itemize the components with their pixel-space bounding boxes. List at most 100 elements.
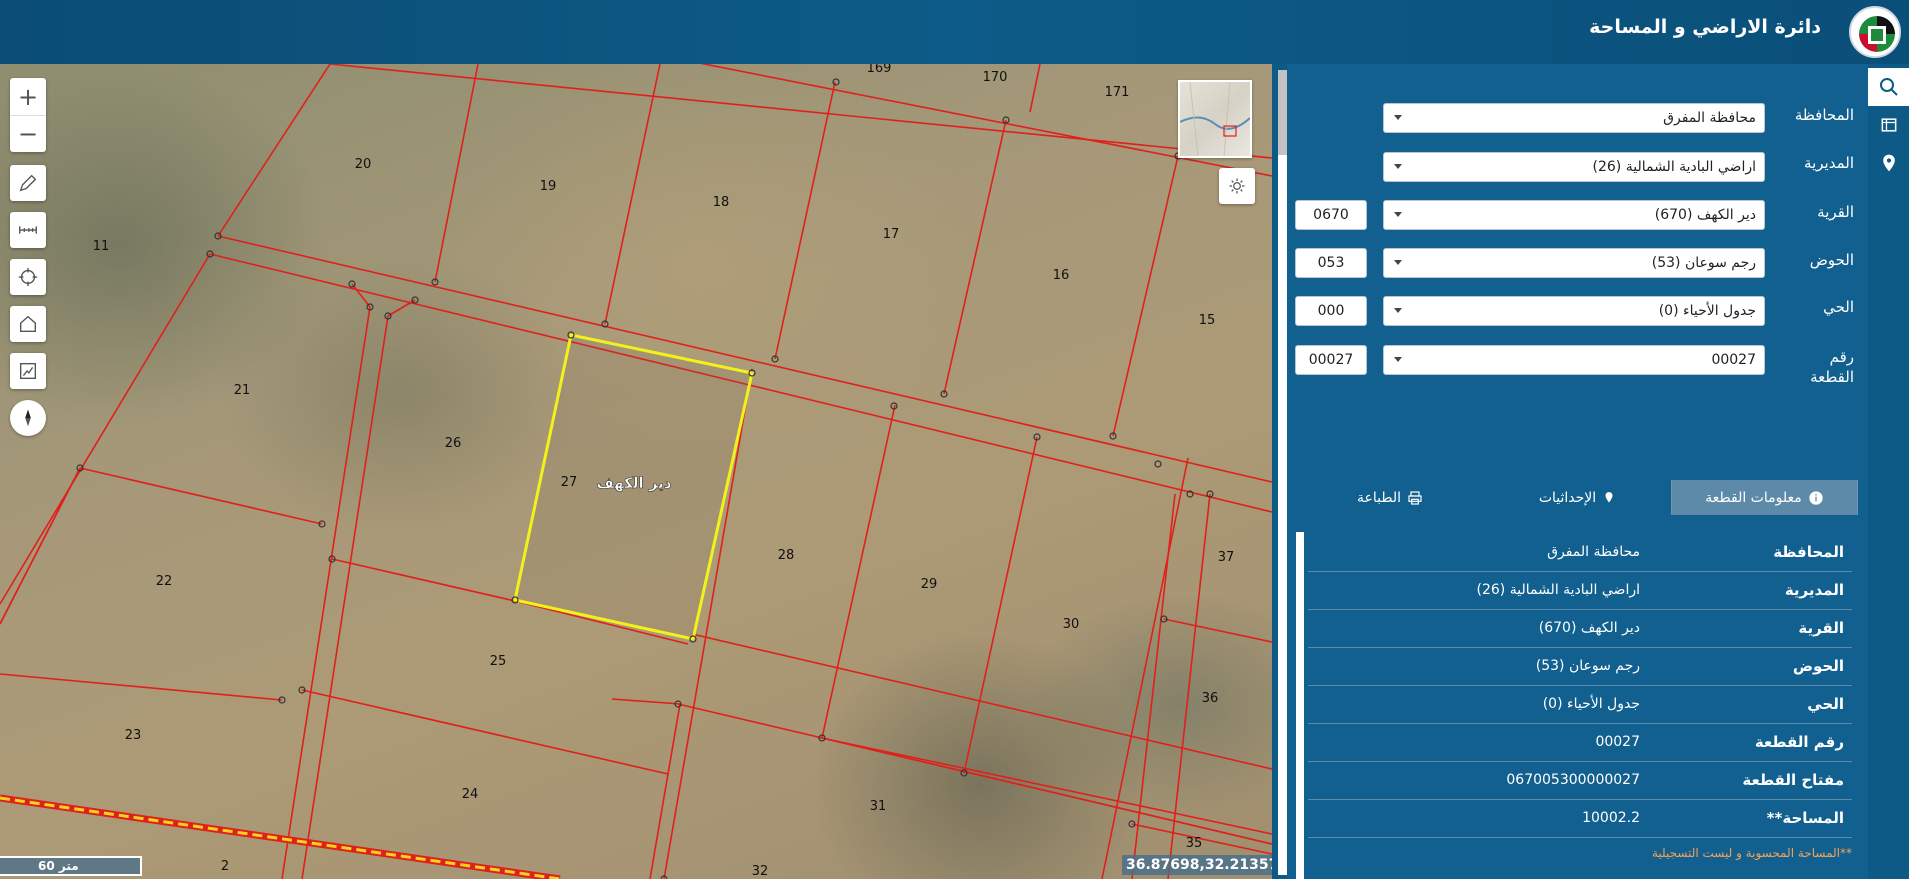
tab-print[interactable]: الطباعة — [1296, 480, 1484, 515]
info-value: 067005300000027 — [1506, 772, 1640, 788]
search-icon — [1879, 78, 1898, 96]
parcel-layer[interactable]: 1691701712019181716151121262728293037222… — [0, 64, 1272, 879]
district-code-input[interactable]: 000 — [1295, 296, 1367, 326]
measure-button[interactable] — [10, 212, 46, 248]
parcel-label: رقم القطعة — [1810, 348, 1854, 386]
location-tool-button[interactable] — [1868, 144, 1909, 182]
search-tool-button[interactable] — [1868, 68, 1909, 106]
basemap-toggle-button[interactable] — [1219, 168, 1255, 204]
zoom-out-button[interactable]: − — [10, 115, 46, 152]
parcel-number-label: 19 — [540, 179, 557, 194]
info-scrollbar[interactable] — [1296, 532, 1304, 879]
directorate-select[interactable]: اراضي البادية الشمالية (26) — [1383, 152, 1765, 182]
village-select[interactable]: دير الكهف (670) — [1383, 200, 1765, 230]
locate-button[interactable] — [10, 259, 46, 295]
chevron-down-icon — [1394, 260, 1402, 265]
governorate-value: محافظة المفرق — [1663, 110, 1756, 126]
info-row-directorate: المديرية اراضي البادية الشمالية (26) — [1308, 572, 1852, 610]
parcel-number-label: 24 — [462, 787, 479, 802]
directorate-value: اراضي البادية الشمالية (26) — [1592, 159, 1757, 175]
village-label-field: القرية — [1817, 203, 1854, 221]
parcel-code-input[interactable]: 00027 — [1295, 345, 1367, 375]
chevron-down-icon — [1394, 212, 1402, 217]
district-select[interactable]: جدول الأحياء (0) — [1383, 296, 1765, 326]
parcel-number-label: 31 — [870, 799, 887, 814]
compass-icon — [25, 409, 31, 427]
overview-map[interactable] — [1178, 80, 1252, 158]
info-value: 00027 — [1595, 734, 1640, 750]
scale-bar: 60 متر — [0, 856, 142, 876]
crosshair-icon — [18, 267, 38, 287]
map-book-icon — [1881, 118, 1896, 132]
parcel-number-label: 36 — [1202, 691, 1219, 706]
governorate-select[interactable]: محافظة المفرق — [1383, 103, 1765, 133]
parcel-number-label: 23 — [125, 728, 142, 743]
chart-edit-icon — [19, 362, 37, 380]
home-icon — [19, 315, 37, 333]
jordan-dls-logo-icon — [1849, 6, 1901, 58]
info-value: محافظة المفرق — [1547, 544, 1640, 560]
pencil-icon — [19, 174, 37, 192]
home-button[interactable] — [10, 306, 46, 342]
chevron-down-icon — [1394, 308, 1402, 313]
tab-coordinates-label: الإحداثيات — [1538, 489, 1597, 506]
parcel-number-label: 15 — [1199, 313, 1216, 328]
parcel-number-label: 22 — [156, 574, 173, 589]
parcel-number-label: 25 — [490, 654, 507, 669]
directorate-label: المديرية — [1804, 154, 1854, 172]
info-key: القرية — [1798, 619, 1844, 637]
info-value: 10002.2 — [1582, 810, 1640, 826]
chevron-down-icon — [1394, 164, 1402, 169]
draw-button[interactable] — [10, 165, 46, 201]
parcel-vertex — [1154, 460, 1162, 468]
printer-icon — [1408, 490, 1422, 505]
tab-parcel-info-label: معلومات القطعة — [1705, 489, 1802, 506]
parcel-number-label: 169 — [867, 64, 892, 76]
info-key: رقم القطعة — [1754, 733, 1844, 751]
tab-coordinates[interactable]: الإحداثيات — [1484, 480, 1672, 515]
info-value: رجم سوعان (53) — [1535, 658, 1640, 674]
map-scrollbar-thumb[interactable] — [1278, 70, 1287, 155]
extent-button[interactable] — [10, 353, 46, 389]
chevron-down-icon — [1394, 357, 1402, 362]
basin-select[interactable]: رجم سوعان (53) — [1383, 248, 1765, 278]
sun-icon — [1229, 178, 1245, 194]
parcel-number-label: 2 — [221, 859, 229, 874]
village-code-input[interactable]: 0670 — [1295, 200, 1367, 230]
app-title: دائرة الاراضي و المساحة — [1589, 16, 1821, 38]
info-row-basin: الحوض رجم سوعان (53) — [1308, 648, 1852, 686]
zoom-in-button[interactable]: + — [10, 78, 46, 115]
governorate-label: المحافظة — [1794, 106, 1854, 124]
info-row-parcel-key: مفتاح القطعة 067005300000027 — [1308, 762, 1852, 800]
district-label: الحي — [1823, 298, 1854, 316]
tab-print-label: الطباعة — [1357, 489, 1401, 506]
area-note: **المساحة المحسوبة و ليست التسجيلية — [1651, 846, 1852, 860]
compass-button[interactable] — [10, 400, 46, 436]
basin-value: رجم سوعان (53) — [1651, 255, 1756, 271]
parcel-number-label: 171 — [1105, 85, 1130, 100]
parcel-select[interactable]: 00027 — [1383, 345, 1765, 375]
parcel-vertex — [832, 78, 840, 86]
parcel-number-label: 16 — [1053, 268, 1070, 283]
parcel-number-label: 26 — [445, 436, 462, 451]
parcel-number-label: 28 — [778, 548, 795, 563]
parcel-number-label: 35 — [1186, 836, 1203, 851]
parcel-number-label: 27 — [561, 475, 578, 490]
info-key: المساحة** — [1766, 809, 1844, 827]
info-value: جدول الأحياء (0) — [1542, 696, 1640, 712]
village-value: دير الكهف (670) — [1654, 207, 1756, 223]
map-scrollbar[interactable] — [1278, 70, 1287, 875]
parcel-value: 00027 — [1711, 352, 1756, 368]
map-view[interactable]: 169 170 171 20 19 18 17 16 15 11 21 26 27 28 29 30 37 22 2… — [0, 64, 1272, 879]
parcel-number-label: 20 — [355, 157, 372, 172]
parcel-number-label: 170 — [983, 70, 1008, 85]
parcel-number-label: 37 — [1218, 550, 1235, 565]
map-book-tool-button[interactable] — [1868, 106, 1909, 144]
info-key: الحوض — [1792, 657, 1844, 675]
parcel-info-table: المحافظة محافظة المفرق المديرية اراضي البا… — [1308, 534, 1852, 838]
info-key: مفتاح القطعة — [1742, 771, 1844, 789]
basin-code-input[interactable]: 053 — [1295, 248, 1367, 278]
parcel-number-label: 30 — [1063, 617, 1080, 632]
tab-parcel-info[interactable]: معلومات القطعة — [1672, 480, 1858, 515]
location-pin-icon — [1605, 491, 1613, 503]
